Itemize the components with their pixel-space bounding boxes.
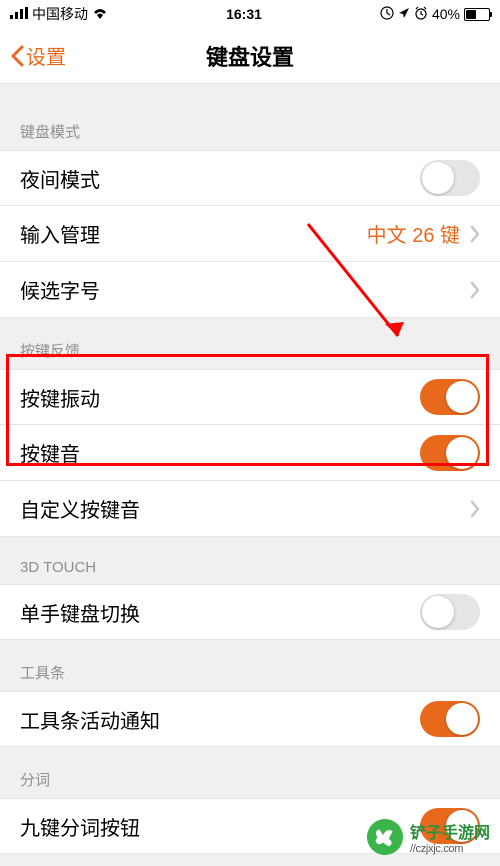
group-toolbar: 工具条活动通知 bbox=[0, 691, 500, 747]
nav-header: 设置 键盘设置 bbox=[0, 28, 500, 84]
cell-label: 单手键盘切换 bbox=[20, 598, 420, 627]
watermark-logo-icon bbox=[366, 818, 404, 856]
cell-label: 夜间模式 bbox=[20, 164, 420, 193]
wifi-icon bbox=[92, 6, 108, 22]
cell-input-management[interactable]: 输入管理 中文 26 键 bbox=[0, 206, 500, 262]
cell-custom-sound[interactable]: 自定义按键音 bbox=[0, 481, 500, 537]
watermark-url: //czjxjc.com bbox=[410, 843, 463, 855]
status-bar: 中国移动 16:31 40% bbox=[0, 0, 500, 28]
toggle-key-vibration[interactable] bbox=[420, 379, 480, 415]
back-label: 设置 bbox=[26, 41, 66, 70]
cell-label: 按键振动 bbox=[20, 383, 420, 412]
group-key-feedback: 按键振动 按键音 自定义按键音 bbox=[0, 369, 500, 537]
chevron-right-icon bbox=[470, 225, 480, 243]
cell-night-mode[interactable]: 夜间模式 bbox=[0, 150, 500, 206]
signal-icon bbox=[10, 6, 28, 22]
cell-one-hand[interactable]: 单手键盘切换 bbox=[0, 584, 500, 640]
section-header-keyboard-mode: 键盘模式 bbox=[0, 99, 500, 150]
cell-label: 按键音 bbox=[20, 438, 420, 467]
cell-activity-notify[interactable]: 工具条活动通知 bbox=[0, 691, 500, 747]
cell-value: 中文 26 键 bbox=[367, 219, 480, 248]
section-header-segmentation: 分词 bbox=[0, 747, 500, 798]
battery-icon bbox=[464, 8, 490, 21]
page-title: 键盘设置 bbox=[206, 40, 294, 72]
toggle-key-sound[interactable] bbox=[420, 435, 480, 471]
watermark: 铲子手游网 //czjxjc.com bbox=[366, 818, 490, 856]
battery-percent: 40% bbox=[432, 6, 460, 22]
cell-label: 输入管理 bbox=[20, 219, 367, 248]
chevron-right-icon bbox=[470, 281, 480, 299]
alarm-icon bbox=[414, 6, 428, 23]
cell-key-sound[interactable]: 按键音 bbox=[0, 425, 500, 481]
section-header-key-feedback: 按键反馈 bbox=[0, 318, 500, 369]
back-button[interactable]: 设置 bbox=[0, 41, 66, 70]
cell-candidate-size[interactable]: 候选字号 bbox=[0, 262, 500, 318]
section-header-toolbar: 工具条 bbox=[0, 640, 500, 691]
cell-key-vibration[interactable]: 按键振动 bbox=[0, 369, 500, 425]
cell-label: 自定义按键音 bbox=[20, 494, 460, 523]
location-icon bbox=[398, 6, 410, 22]
chevron-left-icon bbox=[10, 45, 24, 67]
watermark-name: 铲子手游网 bbox=[410, 819, 490, 843]
cell-label: 工具条活动通知 bbox=[20, 705, 420, 734]
toggle-activity-notify[interactable] bbox=[420, 701, 480, 737]
carrier-label: 中国移动 bbox=[32, 4, 88, 24]
toggle-night-mode[interactable] bbox=[420, 160, 480, 196]
chevron-right-icon bbox=[470, 500, 480, 518]
status-time: 16:31 bbox=[226, 6, 262, 22]
group-keyboard-mode: 夜间模式 输入管理 中文 26 键 候选字号 bbox=[0, 150, 500, 318]
toggle-one-hand[interactable] bbox=[420, 594, 480, 630]
cell-label: 候选字号 bbox=[20, 275, 460, 304]
clock-icon bbox=[380, 6, 394, 23]
cell-label: 九键分词按钮 bbox=[20, 812, 420, 841]
section-header-3d-touch: 3D TOUCH bbox=[0, 537, 500, 584]
group-3d-touch: 单手键盘切换 bbox=[0, 584, 500, 640]
